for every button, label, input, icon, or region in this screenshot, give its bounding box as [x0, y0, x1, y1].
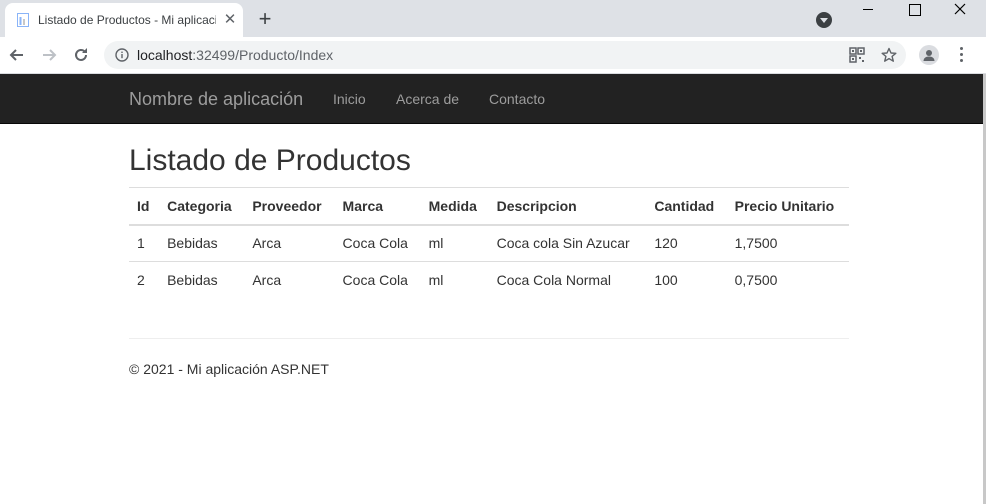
- cell-descripcion: Coca Cola Normal: [488, 261, 647, 299]
- arrow-left-icon[interactable]: [8, 46, 26, 64]
- arrow-right-icon[interactable]: [40, 46, 58, 64]
- cell-proveedor: Arca: [252, 235, 282, 252]
- navbar-brand-link[interactable]: Nombre de aplicación: [129, 89, 303, 109]
- cell-cantidad: 120: [654, 235, 678, 252]
- url-host: localhost: [137, 47, 193, 63]
- tab-search-icon[interactable]: [816, 12, 832, 28]
- url-text[interactable]: localhost:32499/Producto/Index: [137, 47, 333, 63]
- page-title: Listado de Productos: [129, 144, 411, 177]
- reload-icon[interactable]: [72, 46, 90, 64]
- address-bar[interactable]: localhost:32499/Producto/Index: [104, 41, 906, 69]
- info-icon[interactable]: [115, 48, 129, 62]
- qr-code-icon[interactable]: [849, 47, 865, 63]
- cell-id: 1: [137, 235, 145, 252]
- cell-categoria: Bebidas: [167, 235, 218, 252]
- cell-descripcion: Coca cola Sin Azucar: [496, 235, 630, 252]
- cell-medida: ml: [420, 261, 489, 299]
- cell-marca: Coca Cola: [342, 235, 408, 252]
- page-viewport: Nombre de aplicación Inicio Acerca de Co…: [0, 74, 983, 504]
- column-header-marca: Marca: [334, 187, 421, 226]
- nav-link-acerca-de[interactable]: Acerca de: [396, 91, 459, 107]
- column-header-descripcion: Descripcion: [488, 187, 647, 226]
- cell-proveedor: Arca: [244, 261, 335, 299]
- browser-toolbar: localhost:32499/Producto/Index: [0, 37, 986, 74]
- table-row: 1 Bebidas Arca Coca Cola ml Coca cola Si…: [129, 225, 849, 262]
- cell-cantidad: 100: [646, 261, 727, 299]
- column-header-proveedor: Proveedor: [244, 187, 335, 226]
- cell-marca: Coca Cola: [334, 261, 421, 299]
- site-navbar: Nombre de aplicación Inicio Acerca de Co…: [0, 74, 983, 124]
- close-icon: [954, 3, 966, 15]
- cell-categoria: Bebidas: [159, 261, 245, 299]
- star-icon[interactable]: [881, 47, 897, 63]
- url-path: :32499/Producto/Index: [192, 47, 334, 63]
- footer-copyright: © 2021 - Mi aplicación ASP.NET: [129, 361, 329, 377]
- column-header-id: Id: [129, 187, 160, 226]
- cell-medida: ml: [428, 235, 444, 252]
- column-header-precio-unitario: Precio Unitario: [726, 187, 849, 226]
- tab-strip: Listado de Productos - Mi aplicación ASP…: [0, 0, 986, 37]
- table-header-row: Id Categoria Proveedor Marca Medida Desc…: [129, 187, 849, 226]
- table-row: 2 Bebidas Arca Coca Cola ml Coca Cola No…: [129, 261, 849, 299]
- column-header-cantidad: Cantidad: [646, 187, 727, 226]
- column-header-categoria: Categoria: [159, 187, 245, 226]
- cell-precio-unitario: 0,7500: [726, 261, 849, 299]
- minimize-button[interactable]: [845, 0, 891, 30]
- footer-divider: [129, 338, 849, 339]
- cell-id: 2: [129, 261, 160, 299]
- nav-link-contacto[interactable]: Contacto: [489, 91, 545, 107]
- tab-title: Listado de Productos - Mi aplicación ASP…: [38, 13, 216, 27]
- page-favicon-icon: [17, 13, 29, 27]
- browser-window: Listado de Productos - Mi aplicación ASP…: [0, 0, 986, 504]
- nav-link-inicio[interactable]: Inicio: [333, 91, 366, 107]
- browser-tab[interactable]: Listado de Productos - Mi aplicación ASP…: [5, 3, 243, 37]
- maximize-button[interactable]: [891, 0, 937, 30]
- column-header-medida: Medida: [420, 187, 489, 226]
- person-icon[interactable]: [919, 45, 939, 65]
- tab-close-icon[interactable]: ✕: [222, 12, 238, 28]
- kebab-menu-icon[interactable]: [958, 46, 964, 64]
- close-window-button[interactable]: [937, 0, 983, 30]
- cell-precio-unitario: 1,7500: [734, 235, 778, 252]
- products-table: Id Categoria Proveedor Marca Medida Desc…: [129, 187, 849, 299]
- new-tab-icon[interactable]: +: [255, 8, 275, 30]
